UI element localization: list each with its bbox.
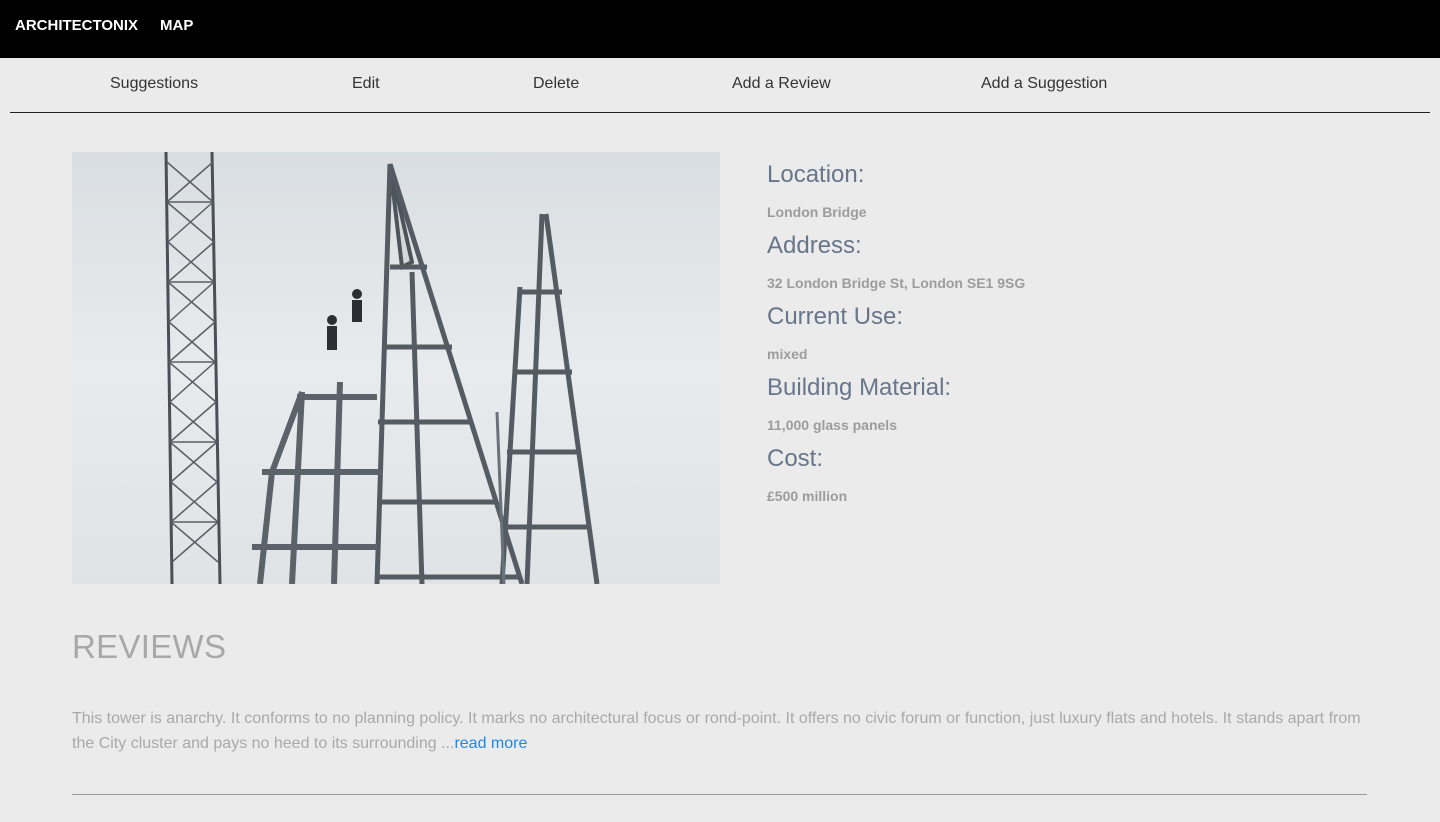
add-suggestion-link[interactable]: Add a Suggestion (981, 75, 1107, 93)
cost-label: Cost: (767, 445, 824, 472)
edit-link[interactable]: Edit (352, 75, 380, 93)
location-label: Location: (767, 161, 865, 188)
review-divider (72, 794, 1367, 795)
building-details: Location: London Bridge Address: 32 Lond… (767, 160, 1367, 515)
building-material-label: Building Material: (767, 374, 952, 401)
brand-link[interactable]: ARCHITECTONIX (15, 17, 138, 34)
building-photo (72, 152, 720, 584)
map-link[interactable]: MAP (160, 17, 193, 34)
address-label: Address: (767, 232, 862, 259)
read-more-link[interactable]: read more (454, 735, 527, 752)
current-use-label: Current Use: (767, 303, 904, 330)
reviews-heading: REVIEWS (72, 628, 227, 665)
cost-value: £500 million (767, 488, 848, 504)
action-nav: Suggestions Edit Delete Add a Review Add… (10, 58, 1430, 113)
delete-link[interactable]: Delete (533, 75, 579, 93)
top-navbar: ARCHITECTONIX MAP (0, 0, 1440, 58)
suggestions-link[interactable]: Suggestions (110, 75, 198, 93)
review-text: This tower is anarchy. It conforms to no… (72, 710, 1361, 752)
address-value: 32 London Bridge St, London SE1 9SG (767, 275, 1026, 291)
review-item: This tower is anarchy. It conforms to no… (72, 706, 1372, 756)
building-material-value: 11,000 glass panels (767, 417, 897, 433)
location-value: London Bridge (767, 204, 867, 220)
add-review-link[interactable]: Add a Review (732, 75, 831, 93)
current-use-value: mixed (767, 346, 808, 362)
